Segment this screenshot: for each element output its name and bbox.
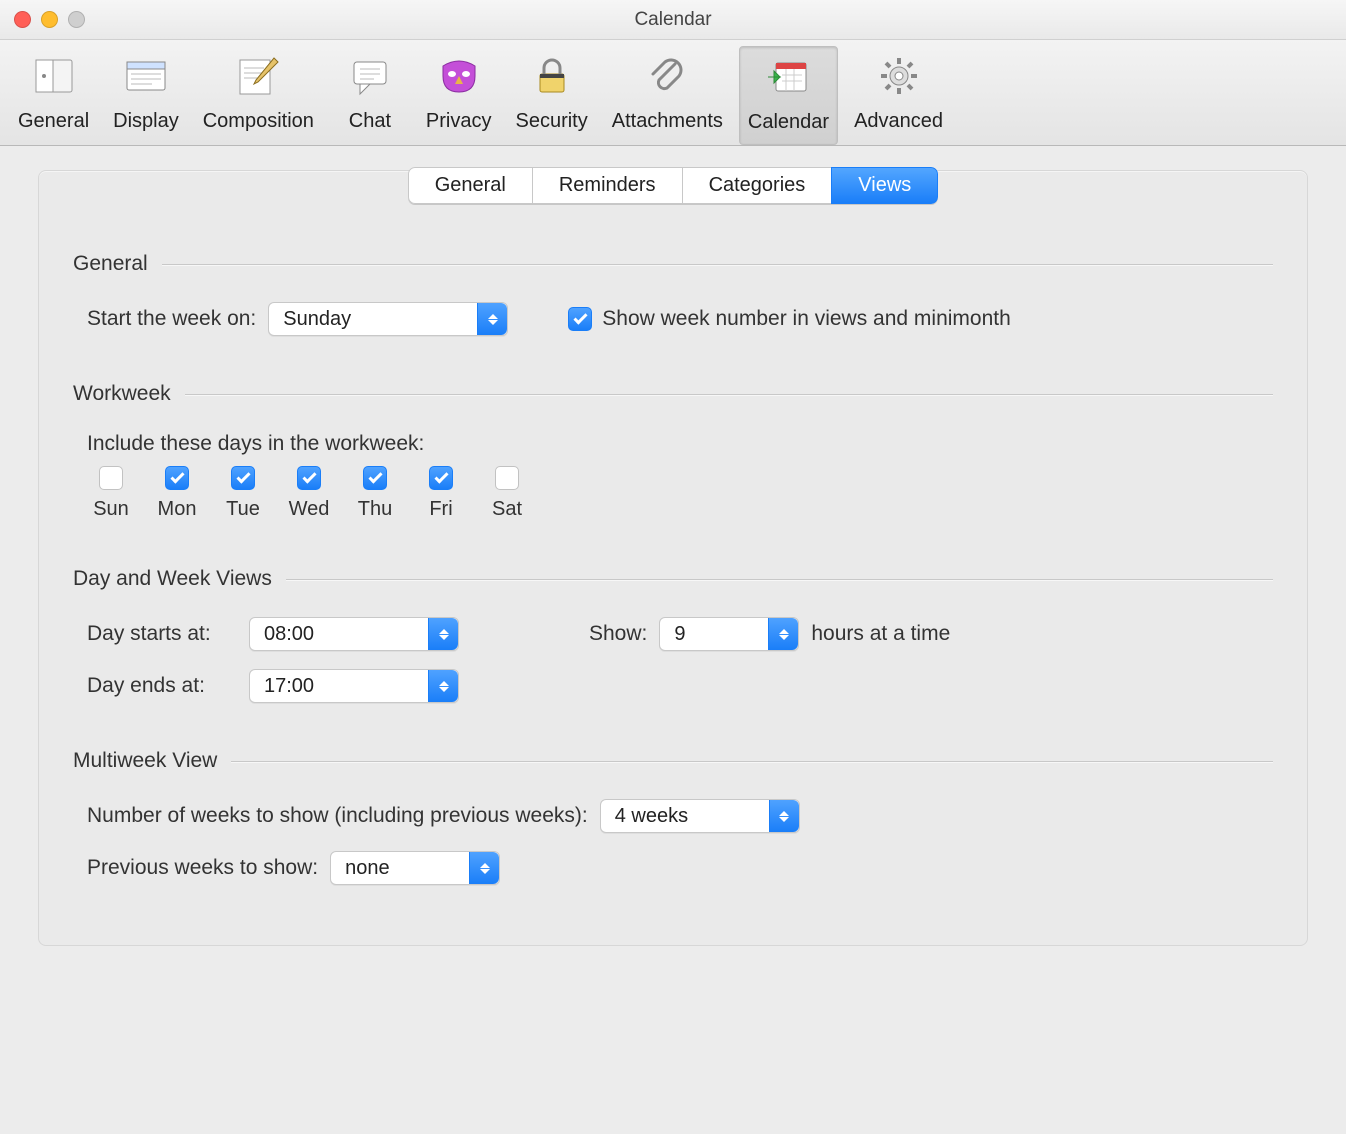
toolbar-label: Chat — [349, 110, 391, 133]
day-label: Fri — [429, 498, 452, 521]
toolbar-security[interactable]: Security — [507, 46, 595, 145]
day-label: Thu — [358, 498, 392, 521]
day-label: Tue — [226, 498, 260, 521]
num-weeks-select[interactable]: 4 weeks — [600, 799, 800, 833]
toolbar-label: Security — [515, 110, 587, 133]
section-dayweek-header: Day and Week Views — [73, 567, 1273, 591]
show-hours-select[interactable]: 9 — [659, 617, 799, 651]
gear-icon — [875, 52, 923, 106]
day-starts-label: Day starts at: — [87, 622, 237, 646]
toolbar-label: Display — [113, 110, 179, 133]
num-weeks-label: Number of weeks to show (including previ… — [87, 804, 588, 828]
subtab-reminders[interactable]: Reminders — [532, 167, 682, 204]
day-label: Mon — [158, 498, 197, 521]
toolbar-label: Advanced — [854, 110, 943, 133]
compose-icon — [234, 52, 282, 106]
show-hours-label: Show: — [589, 622, 647, 646]
toolbar-display[interactable]: Display — [105, 46, 187, 145]
chevron-updown-icon — [768, 618, 798, 650]
workweek-days: Sun Mon Tue Wed Thu Fri — [87, 466, 1273, 521]
toolbar-label: General — [18, 110, 89, 133]
workweek-day-sun[interactable] — [99, 466, 123, 490]
prev-weeks-value: none — [345, 857, 390, 880]
start-week-label: Start the week on: — [87, 307, 256, 331]
start-week-select[interactable]: Sunday — [268, 302, 508, 336]
workweek-day-sat[interactable] — [495, 466, 519, 490]
subtab-categories[interactable]: Categories — [682, 167, 832, 204]
workweek-day-fri[interactable] — [429, 466, 453, 490]
toolbar-attachments[interactable]: Attachments — [604, 46, 731, 145]
section-title: Multiweek View — [73, 749, 231, 773]
chevron-updown-icon — [469, 852, 499, 884]
titlebar: Calendar — [0, 0, 1346, 40]
start-week-value: Sunday — [283, 308, 351, 331]
section-title: General — [73, 252, 162, 276]
subtab-views[interactable]: Views — [831, 167, 938, 204]
chat-icon — [346, 52, 394, 106]
subtab-general[interactable]: General — [408, 167, 532, 204]
toolbar-general[interactable]: General — [10, 46, 97, 145]
day-label: Sat — [492, 498, 522, 521]
section-general-header: General — [73, 252, 1273, 276]
mask-icon — [435, 52, 483, 106]
day-ends-value: 17:00 — [264, 675, 314, 698]
num-weeks-value: 4 weeks — [615, 805, 688, 828]
preferences-toolbar: General Display Composition Chat Privacy… — [0, 40, 1346, 146]
show-hours-value: 9 — [674, 623, 685, 646]
prev-weeks-label: Previous weeks to show: — [87, 856, 318, 880]
toolbar-calendar[interactable]: Calendar — [739, 46, 838, 145]
show-hours-after: hours at a time — [811, 622, 950, 646]
workweek-day-tue[interactable] — [231, 466, 255, 490]
chevron-updown-icon — [428, 670, 458, 702]
section-workweek-header: Workweek — [73, 382, 1273, 406]
chevron-updown-icon — [769, 800, 799, 832]
prev-weeks-select[interactable]: none — [330, 851, 500, 885]
toolbar-chat[interactable]: Chat — [330, 46, 410, 145]
preferences-card: General Reminders Categories Views Gener… — [38, 170, 1308, 946]
day-ends-select[interactable]: 17:00 — [249, 669, 459, 703]
toolbar-label: Composition — [203, 110, 314, 133]
workweek-day-wed[interactable] — [297, 466, 321, 490]
workweek-day-thu[interactable] — [363, 466, 387, 490]
toolbar-label: Calendar — [748, 111, 829, 134]
show-week-number-label: Show week number in views and minimonth — [602, 307, 1011, 331]
toolbar-label: Attachments — [612, 110, 723, 133]
toolbar-advanced[interactable]: Advanced — [846, 46, 951, 145]
workweek-day-mon[interactable] — [165, 466, 189, 490]
day-ends-label: Day ends at: — [87, 674, 237, 698]
window-icon — [122, 52, 170, 106]
workweek-include-label: Include these days in the workweek: — [87, 432, 424, 456]
calendar-icon — [764, 53, 812, 107]
toolbar-composition[interactable]: Composition — [195, 46, 322, 145]
toolbar-label: Privacy — [426, 110, 492, 133]
paperclip-icon — [643, 52, 691, 106]
toolbar-privacy[interactable]: Privacy — [418, 46, 500, 145]
chevron-updown-icon — [477, 303, 507, 335]
subtab-bar: General Reminders Categories Views — [408, 167, 939, 204]
day-label: Wed — [289, 498, 330, 521]
section-title: Day and Week Views — [73, 567, 286, 591]
window-title: Calendar — [0, 9, 1346, 31]
day-label: Sun — [93, 498, 129, 521]
show-week-number-checkbox[interactable]: Show week number in views and minimonth — [568, 307, 1011, 331]
switch-icon — [30, 52, 78, 106]
day-starts-value: 08:00 — [264, 623, 314, 646]
chevron-updown-icon — [428, 618, 458, 650]
section-title: Workweek — [73, 382, 185, 406]
lock-icon — [528, 52, 576, 106]
section-multiweek-header: Multiweek View — [73, 749, 1273, 773]
day-starts-select[interactable]: 08:00 — [249, 617, 459, 651]
